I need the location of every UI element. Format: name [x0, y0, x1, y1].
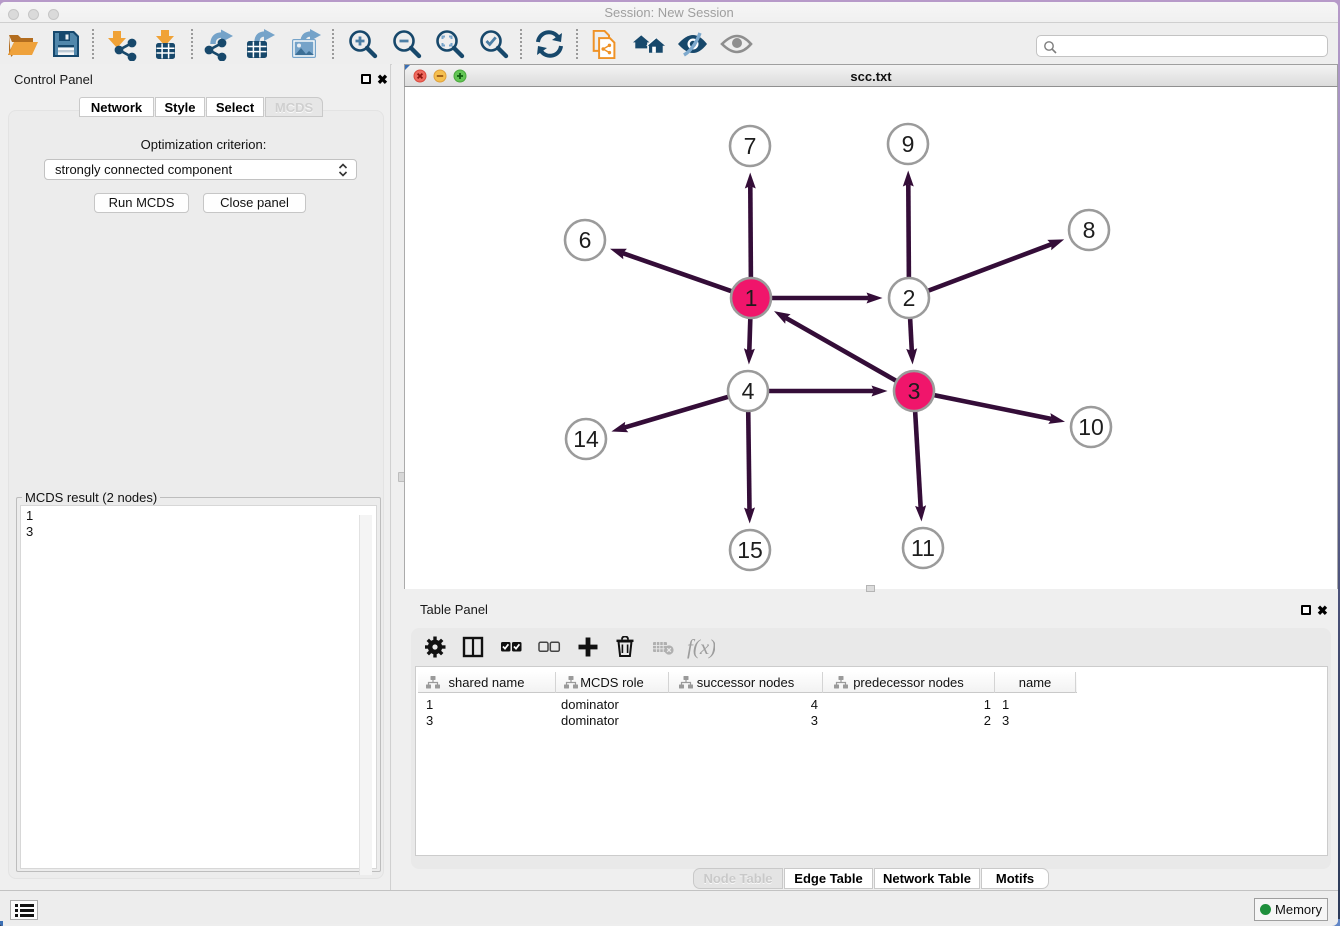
- svg-text:8: 8: [1083, 217, 1096, 243]
- svg-text:6: 6: [579, 227, 592, 253]
- svg-text:f(x): f(x): [687, 636, 715, 659]
- svg-text:2: 2: [903, 285, 916, 311]
- svg-text:1: 1: [745, 285, 758, 311]
- svg-text:15: 15: [737, 537, 763, 563]
- svg-text:14: 14: [573, 426, 599, 452]
- svg-text:9: 9: [902, 131, 915, 157]
- svg-text:4: 4: [742, 378, 755, 404]
- svg-text:3: 3: [908, 378, 921, 404]
- svg-text:7: 7: [744, 133, 757, 159]
- svg-text:11: 11: [911, 535, 935, 561]
- svg-text:10: 10: [1078, 414, 1104, 440]
